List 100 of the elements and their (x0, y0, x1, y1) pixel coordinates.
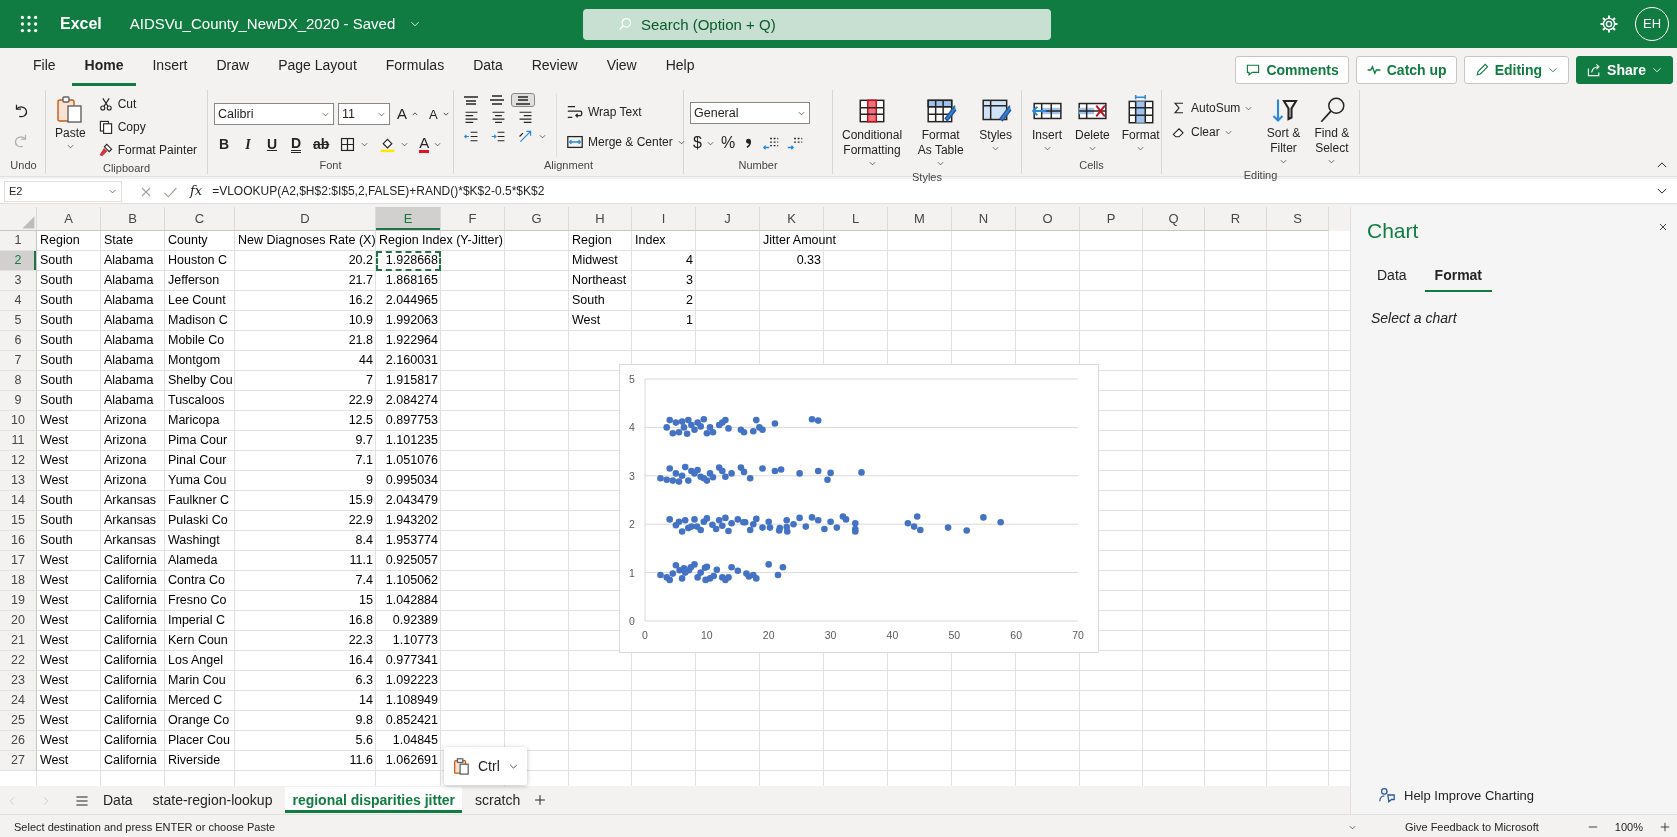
spreadsheet-cell[interactable]: Arizona (101, 411, 165, 431)
spreadsheet-cell[interactable]: 1.915817 (376, 371, 441, 391)
spreadsheet-cell[interactable]: 2.043479 (376, 491, 441, 511)
copy-button[interactable]: Copy (94, 117, 201, 137)
format-painter-button[interactable]: Format Painter (94, 140, 201, 160)
spreadsheet-cell[interactable]: 0.33 (760, 251, 824, 271)
comments-button[interactable]: Comments (1235, 56, 1349, 84)
spreadsheet-cell[interactable]: Arizona (101, 471, 165, 491)
spreadsheet-cell[interactable]: Arkansas (101, 491, 165, 511)
spreadsheet-cell[interactable]: South (37, 251, 101, 271)
spreadsheet-cell[interactable]: South (37, 531, 101, 551)
ribbon-button[interactable]: Delete (1072, 94, 1113, 157)
spreadsheet-cell[interactable]: Pulaski Co (165, 511, 235, 531)
spreadsheet-cell[interactable]: California (101, 691, 165, 711)
spreadsheet-cell[interactable]: West (37, 691, 101, 711)
spreadsheet-cell[interactable]: California (101, 571, 165, 591)
spreadsheet-cell[interactable]: West (37, 751, 101, 771)
column-header[interactable]: I (632, 207, 696, 231)
spreadsheet-cell[interactable]: Shelby Cou (165, 371, 235, 391)
spreadsheet-cell[interactable]: 15 (235, 591, 376, 611)
ribbon-button[interactable]: Find & Select (1310, 94, 1353, 167)
insert-function-button[interactable]: fx (190, 181, 203, 201)
spreadsheet-cell[interactable]: California (101, 671, 165, 691)
spreadsheet-cell[interactable]: County (165, 231, 235, 251)
ribbon-button[interactable]: Conditional Formatting (839, 94, 906, 169)
column-header[interactable]: L (824, 207, 888, 231)
spreadsheet-cell[interactable]: 9 (235, 471, 376, 491)
spreadsheet-cell[interactable]: 4 (632, 251, 696, 271)
spreadsheet-cell[interactable]: West (37, 471, 101, 491)
spreadsheet-cell[interactable]: Marin Cou (165, 671, 235, 691)
spreadsheet-cell[interactable]: Yuma Cou (165, 471, 235, 491)
spreadsheet-cell[interactable]: Merced C (165, 691, 235, 711)
column-header[interactable]: N (952, 207, 1016, 231)
ribbon-button[interactable]: Format (1118, 94, 1163, 157)
font-size-dropdown[interactable]: 11 (338, 103, 390, 126)
spreadsheet-cell[interactable]: South (37, 391, 101, 411)
spreadsheet-cell[interactable]: 2 (632, 291, 696, 311)
column-header[interactable]: S (1267, 207, 1329, 231)
paste-button[interactable]: Paste (52, 94, 89, 160)
spreadsheet-cell[interactable]: Arizona (101, 431, 165, 451)
ribbon-tab[interactable]: View (593, 52, 650, 86)
spreadsheet-cell[interactable]: 1.992063 (376, 311, 441, 331)
spreadsheet-cell[interactable]: West (37, 571, 101, 591)
spreadsheet-cell[interactable]: 15.9 (235, 491, 376, 511)
spreadsheet-cell[interactable]: 10.9 (235, 311, 376, 331)
column-header[interactable]: C (165, 207, 235, 231)
editing-button[interactable]: Editing (1463, 56, 1570, 84)
spreadsheet-cell[interactable]: Montgom (165, 351, 235, 371)
spreadsheet-cell[interactable]: Arkansas (101, 511, 165, 531)
spreadsheet-cell[interactable]: California (101, 551, 165, 571)
spreadsheet-cell[interactable]: South (37, 511, 101, 531)
spreadsheet-cell[interactable]: South (37, 351, 101, 371)
spreadsheet-cell[interactable]: Jefferson (165, 271, 235, 291)
spreadsheet-cell[interactable]: 0.897753 (376, 411, 441, 431)
ribbon-tab[interactable]: Insert (139, 52, 201, 86)
paste-options-button[interactable]: Ctrl (444, 747, 527, 785)
ribbon-button[interactable]: Sort & Filter (1262, 94, 1305, 167)
spreadsheet-cell[interactable]: Tuscaloos (165, 391, 235, 411)
spreadsheet-cell[interactable]: Orange Co (165, 711, 235, 731)
document-title[interactable]: AIDSVu_County_NewDX_2020 - Saved (129, 12, 422, 36)
spreadsheet-cell[interactable]: Fresno Co (165, 591, 235, 611)
grow-font-button[interactable]: A (394, 102, 422, 127)
spreadsheet-cell[interactable]: Index (632, 231, 696, 251)
spreadsheet-cell[interactable]: Mobile Co (165, 331, 235, 351)
column-header[interactable]: A (37, 207, 101, 231)
spreadsheet-cell[interactable]: 0.852421 (376, 711, 441, 731)
spreadsheet-cell[interactable]: 21.8 (235, 331, 376, 351)
ribbon-button[interactable]: Styles (976, 94, 1015, 169)
spreadsheet-cell[interactable]: California (101, 751, 165, 771)
spreadsheet-cell[interactable]: 5.6 (235, 731, 376, 751)
ribbon-tab[interactable]: File (20, 52, 69, 86)
spreadsheet-cell[interactable]: 7.4 (235, 571, 376, 591)
spreadsheet-cell[interactable]: West (37, 611, 101, 631)
spreadsheet-cell[interactable]: Alameda (165, 551, 235, 571)
column-header[interactable]: D (235, 207, 376, 231)
spreadsheet-cell[interactable]: 1.062691 (376, 751, 441, 771)
spreadsheet-cell[interactable]: West (37, 551, 101, 571)
ribbon-button[interactable]: Format As Table (911, 94, 971, 169)
pane-tab[interactable]: Format (1424, 262, 1493, 292)
spreadsheet-cell[interactable]: 1.04845 (376, 731, 441, 751)
spreadsheet-cell[interactable]: Region (37, 231, 101, 251)
name-box[interactable]: E2 (4, 180, 122, 202)
spreadsheet-cell[interactable]: 1.953774 (376, 531, 441, 551)
column-header[interactable]: G (505, 207, 569, 231)
spreadsheet-cell[interactable]: State (101, 231, 165, 251)
spreadsheet-cell[interactable]: Alabama (101, 331, 165, 351)
spreadsheet-cell[interactable]: 22.9 (235, 511, 376, 531)
spreadsheet-cell[interactable]: Lee Count (165, 291, 235, 311)
spreadsheet-cell[interactable]: California (101, 711, 165, 731)
spreadsheet-cell[interactable]: 0.977341 (376, 651, 441, 671)
spreadsheet-cell[interactable]: 21.7 (235, 271, 376, 291)
spreadsheet-cell[interactable]: 11.6 (235, 751, 376, 771)
ribbon-tab[interactable]: Page Layout (265, 52, 370, 86)
spreadsheet-cell[interactable]: California (101, 631, 165, 651)
number-format-dropdown[interactable]: General (690, 102, 810, 124)
spreadsheet-cell[interactable]: California (101, 651, 165, 671)
catch-up-button[interactable]: Catch up (1355, 56, 1457, 84)
autosum-button[interactable]: AutoSum (1168, 98, 1257, 118)
column-header[interactable]: R (1205, 207, 1267, 231)
currency-button[interactable]: $ (690, 130, 718, 156)
